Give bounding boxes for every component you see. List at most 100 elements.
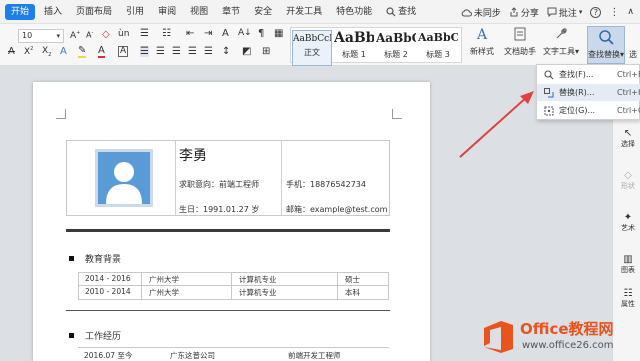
style-heading-3[interactable]: AaBbC 标题 3 [418, 30, 458, 66]
shading-icon[interactable]: ◩ [242, 46, 251, 57]
pane-props-label: 属性 [621, 300, 635, 308]
menu-developer[interactable]: 开发工具 [279, 0, 329, 24]
select-button[interactable]: 选 [629, 49, 637, 60]
phone: 手机：18876542734 [286, 180, 366, 189]
align-left-icon[interactable]: ☰ [140, 46, 149, 57]
style-heading-1[interactable]: AaBb 标题 1 [334, 30, 374, 66]
style-heading-2[interactable]: AaBbC 标题 2 [376, 30, 416, 66]
decrease-font-icon[interactable]: A- [86, 30, 93, 40]
menu-bar: 开始 插入 页面布局 引用 审阅 视图 章节 安全 开发工具 特色功能 查找 未… [0, 0, 640, 24]
sort-icon[interactable]: A↓ [238, 28, 252, 38]
comment-label: 批注 [558, 8, 577, 19]
menu-page-layout[interactable]: 页面布局 [69, 0, 119, 24]
help-icon[interactable]: ? [590, 6, 602, 18]
menu-view[interactable]: 视图 [183, 0, 215, 24]
distributed-icon[interactable]: ☰ [204, 46, 213, 57]
menu-start[interactable]: 开始 [5, 3, 36, 20]
find-replace-label: 查找替换▾ [588, 50, 625, 59]
pane-item-chart[interactable]: ▥ 图表 [615, 254, 640, 275]
text-effect-icon[interactable]: A [60, 46, 67, 57]
chevron-down-icon: ▾ [56, 32, 60, 40]
doc-assistant-button[interactable]: 文档助手 [502, 27, 538, 57]
work-0-period: 2016.07 至今 [84, 351, 133, 360]
pinyin-icon[interactable]: ùn [118, 29, 129, 39]
indent-decrease-icon[interactable]: ⇤ [186, 28, 194, 39]
text-tools-button[interactable]: 文字工具▾ [541, 27, 581, 57]
table-row: 2016.07 至今 广东这普公司 前端开发工程师 [78, 348, 389, 361]
menu-security[interactable]: 安全 [247, 0, 279, 24]
style-normal[interactable]: AaBbCcDd 正文 [292, 30, 332, 66]
menu-item-goto[interactable]: 定位(G)... Ctrl+G [537, 102, 640, 119]
show-marks-icon[interactable]: ¶ [258, 28, 264, 39]
indent-increase-icon[interactable]: ⇥ [204, 28, 212, 39]
collapse-icon[interactable]: ∧ [627, 7, 634, 17]
pane-item-props[interactable]: ☷ 属性 [615, 288, 640, 309]
job-intent: 求职意向：前端工程师 [179, 180, 259, 189]
menu-chapter[interactable]: 章节 [215, 0, 247, 24]
menu-search[interactable]: 查找 [379, 0, 423, 24]
profile-divider-1 [175, 141, 176, 215]
watermark-title: Office教程网 [520, 320, 614, 338]
sync-status[interactable]: 未同步 [461, 6, 501, 19]
pane-item-shape[interactable]: ◇ 形状 [615, 170, 640, 191]
comment-icon [547, 7, 557, 17]
avatar [95, 149, 153, 207]
menu-item-replace[interactable]: 替换(R)... Ctrl+H [537, 84, 640, 101]
comment-button[interactable]: 批注 ▾ [547, 6, 583, 19]
style-heading-2-sample: AaBbC [376, 31, 416, 45]
text-tools-label: 文字工具▾ [542, 47, 579, 56]
edu-1-period: 2010 - 2014 [85, 287, 131, 296]
menu-features[interactable]: 特色功能 [329, 0, 379, 24]
edu-col-line-2 [231, 273, 232, 299]
superscript-icon[interactable]: X2 [24, 46, 33, 57]
pane-shape-label: 形状 [621, 182, 635, 190]
find-shortcut: Ctrl+F [617, 70, 640, 79]
pane-item-art[interactable]: ✦ 艺术 [615, 212, 640, 233]
clear-format-icon[interactable]: ◇ [102, 29, 110, 40]
find-label: 查找(F)... [559, 70, 594, 79]
style-heading-1-sample: AaBb [334, 30, 374, 46]
pane-select-label: 选择 [621, 140, 635, 148]
font-size-select[interactable]: 10 ▾ [18, 29, 64, 43]
bullet-list-icon[interactable]: ☰ [140, 28, 149, 39]
strikethrough-icon[interactable]: A [8, 46, 15, 57]
work-0-company: 广东这普公司 [170, 351, 215, 360]
menu-item-find[interactable]: 查找(F)... Ctrl+F [537, 66, 640, 83]
doc-assistant-icon [514, 27, 526, 41]
pane-item-select[interactable]: ↖ 选择 [615, 128, 640, 149]
increase-font-icon[interactable]: A+ [70, 30, 80, 41]
menu-reference[interactable]: 引用 [119, 0, 151, 24]
cursor-icon: ↖ [623, 128, 633, 139]
new-style-button[interactable]: A 新样式 [466, 27, 498, 57]
find-replace-button[interactable]: 查找替换▾ [587, 26, 625, 64]
align-right-icon[interactable]: ☰ [172, 46, 181, 57]
justify-icon[interactable]: ☰ [188, 46, 197, 57]
edu-0-school: 广州大学 [149, 275, 179, 284]
share-label: 分享 [520, 8, 539, 19]
share-button[interactable]: 分享 [509, 6, 539, 19]
subscript-icon[interactable]: X2 [42, 46, 51, 58]
table-border-icon[interactable]: ⊞ [262, 46, 270, 57]
education-title: 教育背景 [85, 255, 122, 265]
profile-table: 李勇 求职意向：前端工程师 生日：1991.01.27 岁 手机：1887654… [66, 140, 390, 216]
section-rule [66, 229, 390, 232]
profile-divider-2 [281, 141, 282, 215]
number-list-icon[interactable]: ☷ [162, 28, 171, 39]
line-spacing-icon[interactable]: ↕ [222, 46, 230, 57]
menu-insert[interactable]: 插入 [37, 0, 69, 24]
chinese-layout-icon[interactable]: A [222, 28, 229, 39]
replace-icon [544, 88, 554, 98]
cloud-icon [461, 8, 472, 16]
more-icon[interactable]: ⋮ [609, 7, 619, 18]
border-icon[interactable]: ▦ [274, 28, 283, 39]
font-color-icon[interactable]: A [98, 46, 105, 58]
align-center-icon[interactable]: ☰ [156, 46, 165, 57]
watermark: Office教程网 www.office26.com [478, 316, 640, 361]
chevron-down-icon: ▾ [578, 8, 583, 16]
find-replace-menu: 查找(F)... Ctrl+F 替换(R)... Ctrl+H 定位(G)...… [536, 64, 640, 120]
edu-0-period: 2014 - 2016 [85, 274, 131, 283]
document-page[interactable]: 李勇 求职意向：前端工程师 生日：1991.01.27 岁 手机：1887654… [33, 82, 430, 361]
menu-review[interactable]: 审阅 [151, 0, 183, 24]
char-border-icon[interactable]: A [118, 46, 129, 57]
highlight-icon[interactable]: ✎ [78, 46, 87, 58]
